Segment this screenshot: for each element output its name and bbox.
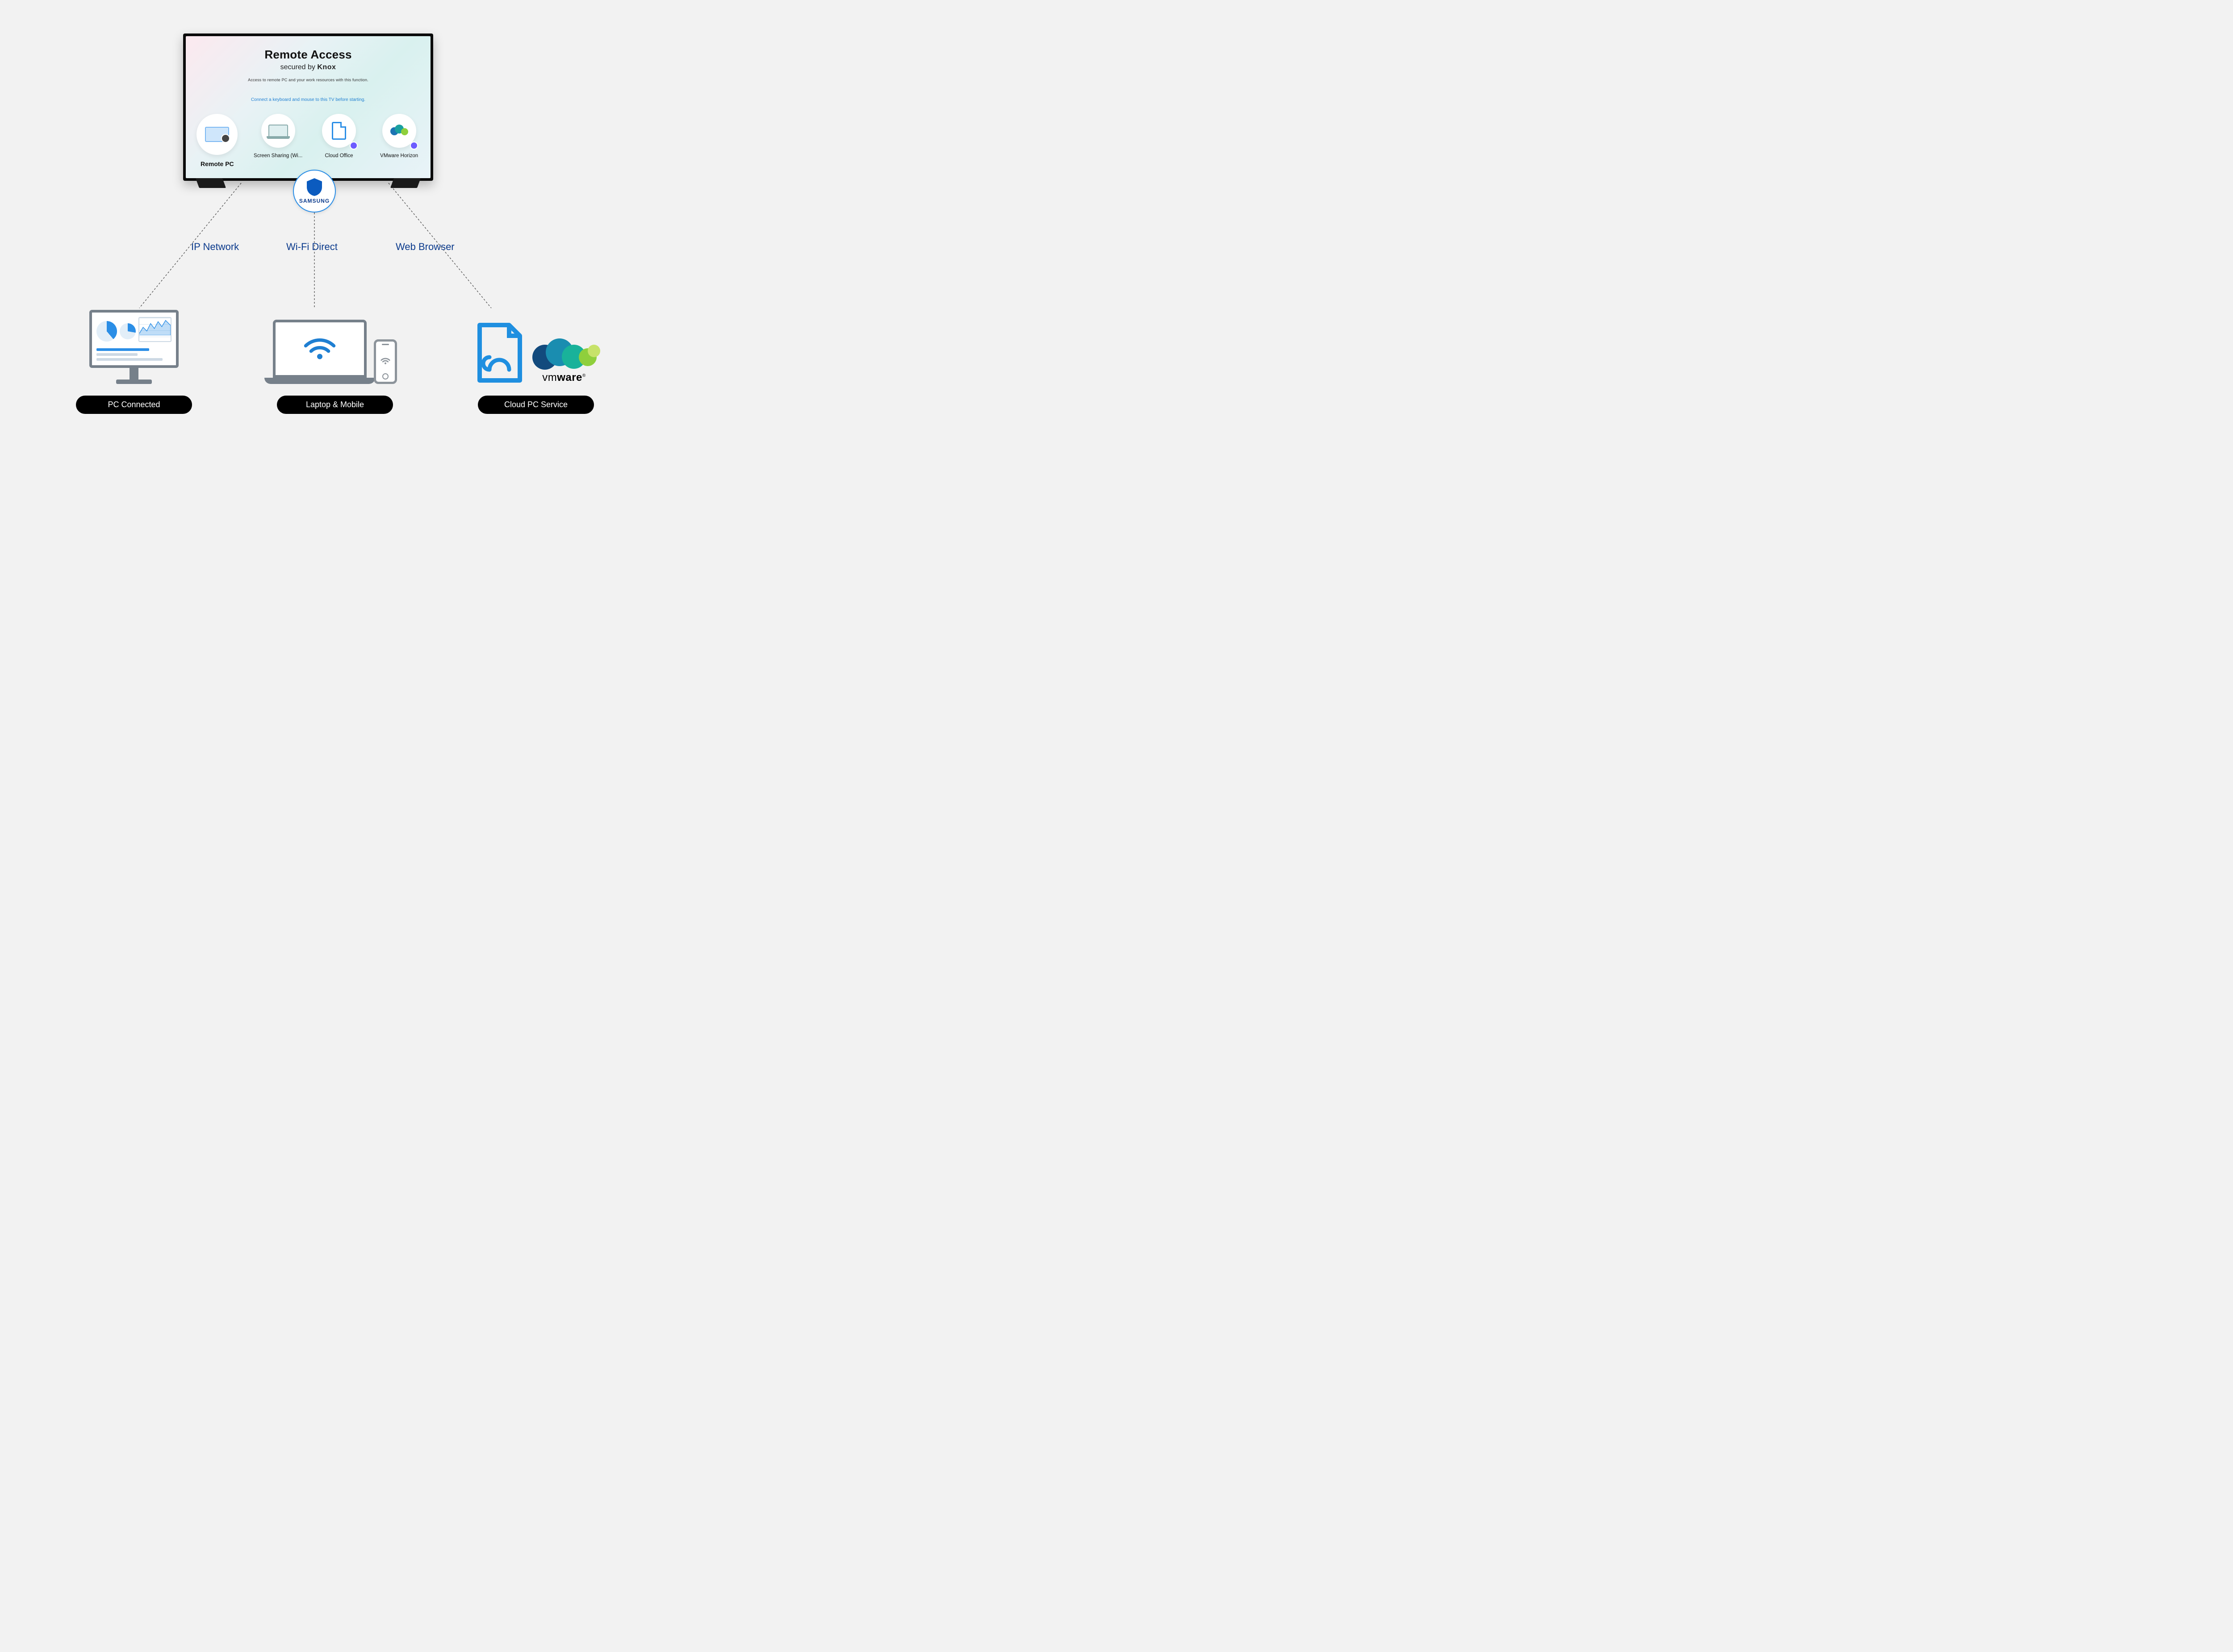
tv-leg-right	[390, 178, 421, 188]
tile-cloud-office[interactable]: Cloud Office	[317, 114, 362, 167]
device-pill-pc: PC Connected	[76, 396, 192, 414]
tv-header: Remote Access secured by Knox Access to …	[186, 36, 431, 102]
samsung-security-badge: SAMSUNG	[293, 170, 336, 213]
laptop-icon	[268, 125, 288, 137]
tile-remote-pc[interactable]: Remote PC	[195, 114, 240, 167]
app-badge-icon	[410, 142, 418, 150]
subtitle-prefix: secured by	[280, 63, 318, 71]
laptop-icon	[273, 320, 367, 384]
tv-hint: Connect a keyboard and mouse to this TV …	[251, 97, 365, 102]
tv-description: Access to remote PC and your work resour…	[248, 78, 368, 82]
tv-tiles-row: Remote PC Screen Sharing (Wi... Cloud Of…	[186, 114, 431, 167]
pc-monitor-icon	[89, 310, 179, 384]
cloud-doc-icon	[332, 122, 346, 140]
tile-label: Remote PC	[201, 160, 234, 167]
device-cloud: vmware® Cloud PC Service	[469, 299, 603, 414]
tile-vmware-horizon[interactable]: VMware Horizon	[376, 114, 422, 167]
connection-label-web: Web Browser	[396, 241, 455, 253]
device-pill-cloud: Cloud PC Service	[478, 396, 594, 414]
tv-leg-left	[196, 178, 226, 188]
tile-label: Screen Sharing (Wi...	[254, 153, 302, 159]
connection-label-ip: IP Network	[191, 241, 239, 253]
shield-icon	[307, 178, 322, 196]
vmware-wordmark: vmware®	[542, 371, 586, 384]
tv-subtitle: secured by Knox	[280, 63, 336, 71]
device-laptop-mobile: Laptop & Mobile	[268, 299, 402, 414]
tile-label: VMware Horizon	[380, 153, 418, 159]
vmware-icon	[390, 125, 408, 137]
device-pill-laptop: Laptop & Mobile	[277, 396, 393, 414]
devices-row: PC Connected	[0, 299, 670, 414]
app-badge-icon	[350, 142, 358, 150]
vmware-text-light: vm	[542, 371, 557, 384]
tile-label: Cloud Office	[325, 153, 353, 159]
vmware-logo: vmware®	[531, 337, 598, 384]
tv-screen: Remote Access secured by Knox Access to …	[186, 36, 431, 178]
tv-title: Remote Access	[264, 48, 351, 62]
tile-icon-bubble	[197, 114, 238, 155]
samsung-brand-text: SAMSUNG	[299, 198, 330, 204]
monitor-icon	[205, 127, 229, 142]
tile-screen-sharing[interactable]: Screen Sharing (Wi...	[255, 114, 301, 167]
connection-label-wifi: Wi-Fi Direct	[286, 241, 338, 253]
vmware-cloud-icon	[531, 337, 598, 372]
vmware-reg: ®	[582, 373, 586, 378]
tile-icon-bubble	[322, 114, 356, 148]
tv-frame: Remote Access secured by Knox Access to …	[183, 33, 433, 181]
tile-icon-bubble	[261, 114, 295, 148]
knox-brand: Knox	[317, 63, 336, 71]
diagram-stage: Remote Access secured by Knox Access to …	[0, 0, 670, 496]
tile-icon-bubble	[382, 114, 416, 148]
vmware-text-bold: ware	[557, 371, 582, 384]
device-pc: PC Connected	[67, 299, 201, 414]
phone-icon	[374, 339, 397, 384]
wifi-small-icon	[381, 357, 390, 367]
cloud-document-icon	[474, 321, 523, 384]
wifi-icon	[302, 334, 337, 363]
